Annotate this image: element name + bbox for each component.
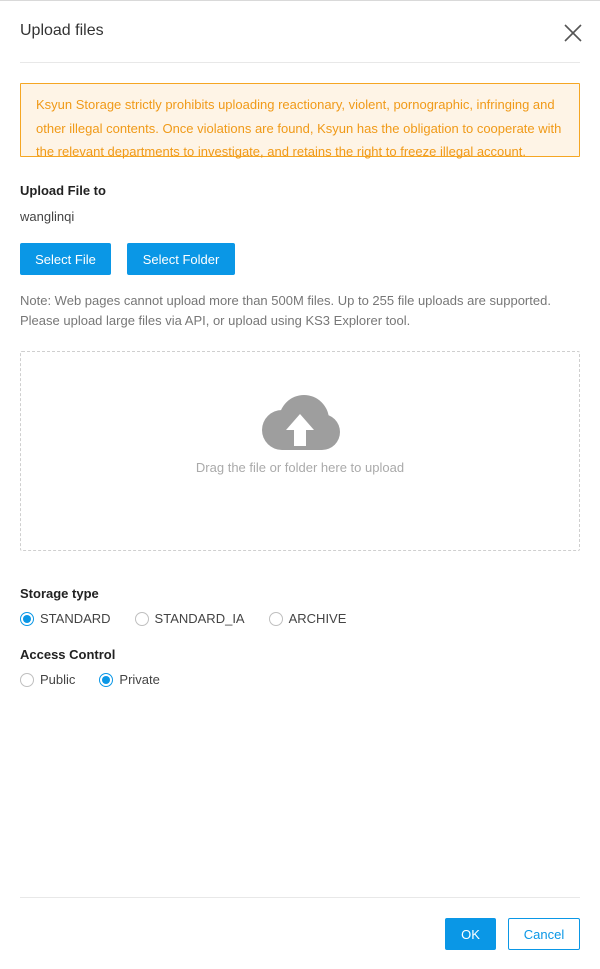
storage-type-standard-ia-label: STANDARD_IA [154,611,245,626]
window-top-border [0,0,600,1]
bucket-name: wanglinqi [20,209,75,224]
storage-type-standard-label: STANDARD [40,611,111,626]
access-control-private-label: Private [119,672,160,687]
select-file-button[interactable]: Select File [20,243,111,275]
upload-destination-label: Upload File to [20,183,106,198]
close-icon[interactable] [562,22,584,44]
dialog-title: Upload files [20,22,104,39]
drop-zone-hint: Drag the file or folder here to upload [195,460,405,475]
radio-unchecked-icon[interactable] [268,611,283,626]
compliance-warning: Ksyun Storage strictly prohibits uploadi… [20,83,580,159]
header-divider [20,62,580,63]
ok-button[interactable]: OK [445,918,496,950]
radio-unchecked-icon[interactable] [20,672,34,687]
footer-divider [20,897,580,898]
access-control-private[interactable]: Private [99,672,160,687]
access-control-radio-group: Public Private [20,672,160,687]
storage-type-standard[interactable]: STANDARD [20,611,111,626]
access-control-label: Access Control [20,647,116,662]
access-control-public[interactable]: Public [20,672,75,687]
upload-limit-note: Note: Web pages cannot upload more than … [20,293,551,328]
radio-unchecked-icon[interactable] [134,611,149,626]
radio-checked-icon[interactable] [20,611,34,626]
storage-type-label: Storage type [20,586,99,601]
storage-type-archive-label: ARCHIVE [288,611,347,626]
storage-type-radio-group: STANDARD STANDARD_IA ARCHIVE [20,611,346,626]
storage-type-standard-ia[interactable]: STANDARD_IA [134,611,245,626]
select-folder-button[interactable]: Select Folder [127,243,235,275]
drop-zone[interactable]: Drag the file or folder here to upload [20,351,580,551]
radio-checked-icon[interactable] [99,672,114,687]
access-control-public-label: Public [40,672,76,687]
cancel-button[interactable]: Cancel [508,918,580,950]
storage-type-archive[interactable]: ARCHIVE [268,611,347,626]
cloud-upload-icon [262,395,340,450]
